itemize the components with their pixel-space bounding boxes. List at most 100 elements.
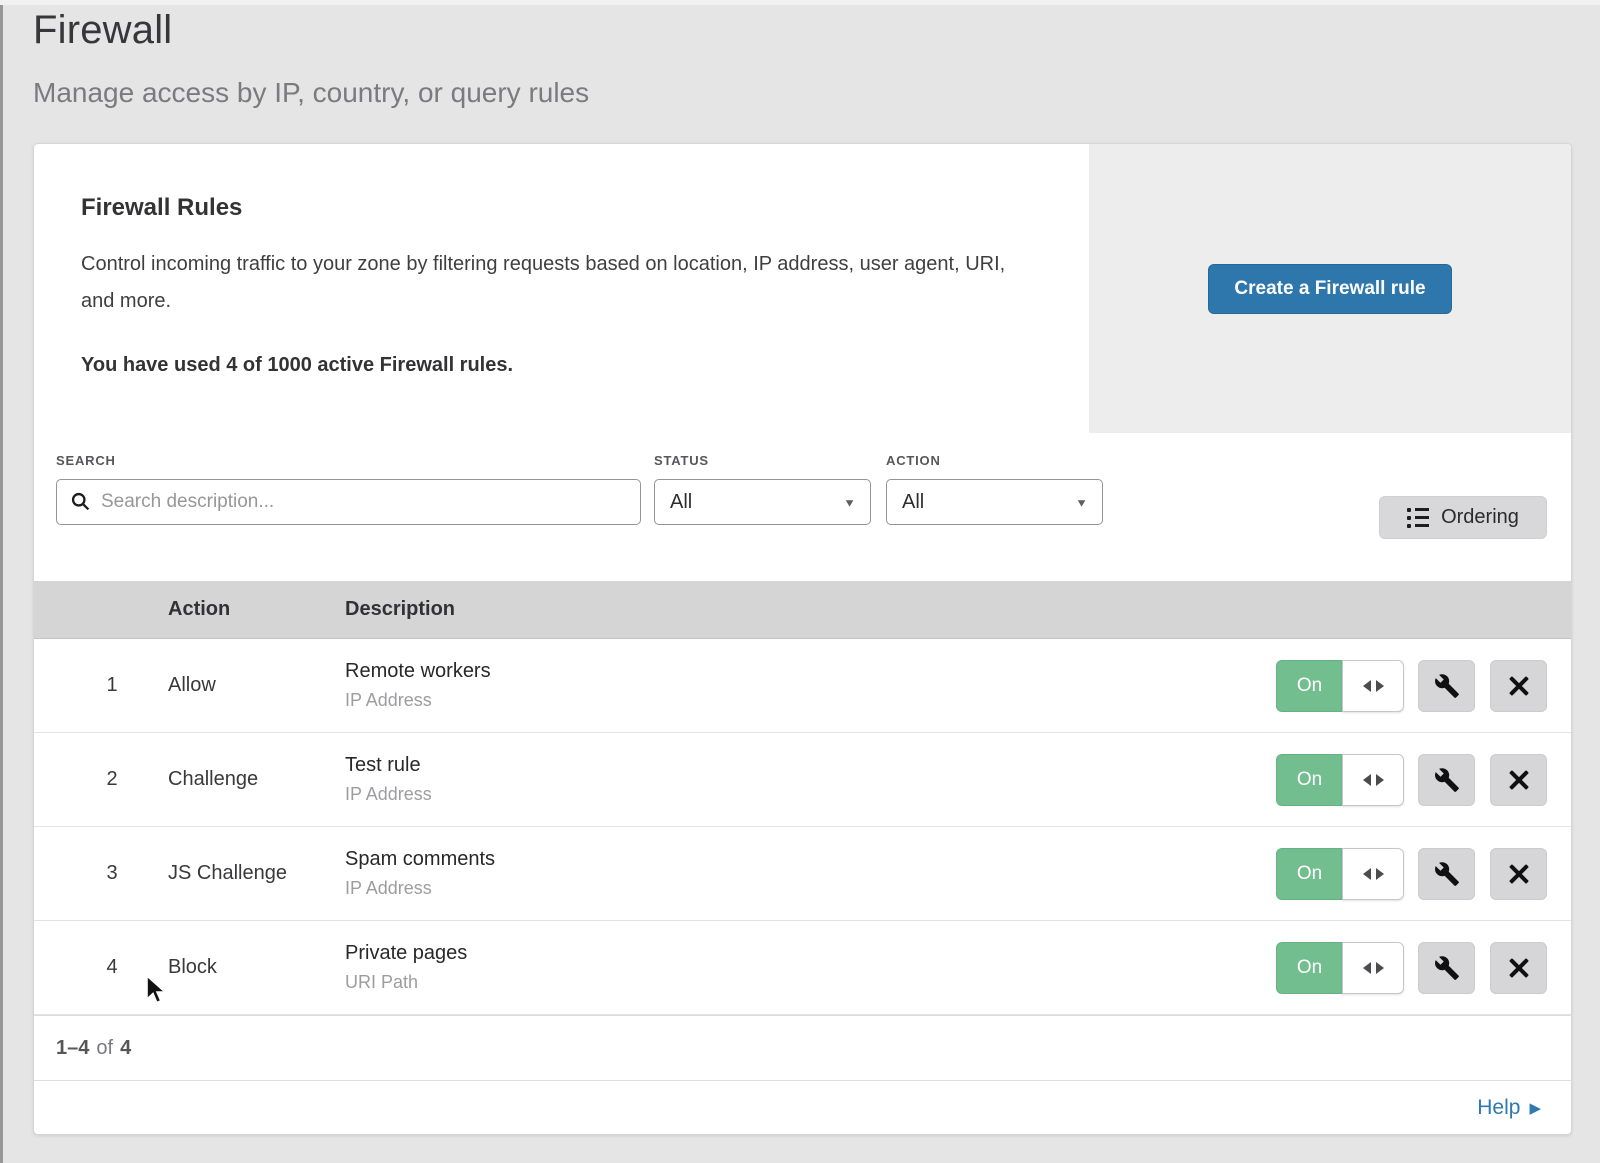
left-right-arrows-icon (1363, 774, 1384, 786)
section-description: Control incoming traffic to your zone by… (81, 246, 1026, 320)
help-link[interactable]: Help ▶ (1477, 1096, 1541, 1120)
rule-description: Test rule (345, 754, 1276, 777)
search-label: SEARCH (56, 453, 116, 468)
x-icon (1507, 862, 1531, 886)
rule-priority: 4 (34, 956, 168, 979)
rule-controls: On (1276, 754, 1547, 806)
pagination-bar: 1–4 of 4 (34, 1015, 1571, 1080)
table-row: 3 JS Challenge Spam comments IP Address … (34, 827, 1571, 921)
table-row: 1 Allow Remote workers IP Address On (34, 639, 1571, 733)
create-rule-panel: Create a Firewall rule (1089, 144, 1571, 433)
ordering-button-label: Ordering (1441, 506, 1519, 529)
rules-usage-text: You have used 4 of 1000 active Firewall … (81, 354, 1089, 377)
search-input[interactable] (56, 479, 641, 525)
rule-description: Private pages (345, 942, 1276, 965)
action-column-header: Action (168, 598, 345, 621)
chevron-down-icon: ▼ (843, 496, 856, 509)
search-icon (70, 491, 91, 512)
rule-field: IP Address (345, 690, 1276, 711)
window-left-edge (0, 0, 3, 1163)
rule-description-cell: Private pages URI Path (345, 942, 1276, 993)
rule-priority: 2 (34, 768, 168, 791)
rule-priority: 3 (34, 862, 168, 885)
edit-rule-button[interactable] (1418, 942, 1475, 994)
arrow-right-icon: ▶ (1529, 1099, 1541, 1117)
rule-toggle[interactable]: On (1276, 660, 1404, 712)
wrench-icon (1434, 955, 1460, 981)
rule-action: Allow (168, 674, 345, 697)
rule-description: Spam comments (345, 848, 1276, 871)
search-field-wrap (56, 479, 641, 525)
table-row: 4 Block Private pages URI Path On (34, 921, 1571, 1015)
x-icon (1507, 956, 1531, 980)
rule-field: URI Path (345, 972, 1276, 993)
toggle-on-segment[interactable]: On (1276, 848, 1342, 900)
rule-description-cell: Remote workers IP Address (345, 660, 1276, 711)
delete-rule-button[interactable] (1490, 660, 1547, 712)
rules-table-header: Action Description (34, 581, 1571, 639)
delete-rule-button[interactable] (1490, 848, 1547, 900)
toggle-on-segment[interactable]: On (1276, 754, 1342, 806)
rule-controls: On (1276, 848, 1547, 900)
rule-action: Challenge (168, 768, 345, 791)
firewall-rules-intro: Firewall Rules Control incoming traffic … (34, 144, 1089, 433)
help-bar: Help ▶ (34, 1080, 1571, 1134)
description-column-header: Description (345, 598, 455, 621)
pagination-of: of (96, 1037, 113, 1060)
create-firewall-rule-button[interactable]: Create a Firewall rule (1208, 264, 1451, 314)
ordered-list-icon (1407, 508, 1429, 528)
rule-description: Remote workers (345, 660, 1276, 683)
left-right-arrows-icon (1363, 680, 1384, 692)
delete-rule-button[interactable] (1490, 754, 1547, 806)
section-heading: Firewall Rules (81, 194, 1089, 222)
rule-action: Block (168, 956, 345, 979)
action-label: ACTION (886, 453, 941, 468)
rule-controls: On (1276, 942, 1547, 994)
rule-toggle[interactable]: On (1276, 942, 1404, 994)
wrench-icon (1434, 673, 1460, 699)
toggle-drag-handle[interactable] (1342, 660, 1404, 712)
window-top-edge (0, 0, 1600, 5)
status-select-value: All (670, 491, 692, 514)
toggle-on-segment[interactable]: On (1276, 942, 1342, 994)
page-header: Firewall Manage access by IP, country, o… (33, 8, 589, 109)
toggle-drag-handle[interactable] (1342, 848, 1404, 900)
edit-rule-button[interactable] (1418, 754, 1475, 806)
rule-field: IP Address (345, 784, 1276, 805)
page-title: Firewall (33, 8, 589, 53)
action-select-value: All (902, 491, 924, 514)
rule-toggle[interactable]: On (1276, 754, 1404, 806)
card-top-section: Firewall Rules Control incoming traffic … (34, 144, 1571, 433)
rule-controls: On (1276, 660, 1547, 712)
left-right-arrows-icon (1363, 962, 1384, 974)
wrench-icon (1434, 861, 1460, 887)
table-row: 2 Challenge Test rule IP Address On (34, 733, 1571, 827)
help-link-label: Help (1477, 1096, 1520, 1120)
rule-toggle[interactable]: On (1276, 848, 1404, 900)
status-label: STATUS (654, 453, 709, 468)
delete-rule-button[interactable] (1490, 942, 1547, 994)
toggle-on-segment[interactable]: On (1276, 660, 1342, 712)
x-icon (1507, 768, 1531, 792)
rule-priority: 1 (34, 674, 168, 697)
rule-action: JS Challenge (168, 862, 345, 885)
chevron-down-icon: ▼ (1075, 496, 1088, 509)
pagination-range: 1–4 (56, 1037, 89, 1060)
x-icon (1507, 674, 1531, 698)
left-right-arrows-icon (1363, 868, 1384, 880)
edit-rule-button[interactable] (1418, 660, 1475, 712)
status-select[interactable]: All ▼ (654, 479, 871, 525)
page-subtitle: Manage access by IP, country, or query r… (33, 77, 589, 109)
rule-description-cell: Test rule IP Address (345, 754, 1276, 805)
filter-bar: SEARCH STATUS All ▼ ACTION All ▼ Orderin… (34, 433, 1571, 581)
rule-field: IP Address (345, 878, 1276, 899)
pagination-total: 4 (120, 1037, 131, 1060)
ordering-button[interactable]: Ordering (1379, 496, 1547, 539)
toggle-drag-handle[interactable] (1342, 754, 1404, 806)
toggle-drag-handle[interactable] (1342, 942, 1404, 994)
firewall-rules-card: Firewall Rules Control incoming traffic … (33, 143, 1572, 1135)
wrench-icon (1434, 767, 1460, 793)
rule-description-cell: Spam comments IP Address (345, 848, 1276, 899)
action-select[interactable]: All ▼ (886, 479, 1103, 525)
edit-rule-button[interactable] (1418, 848, 1475, 900)
